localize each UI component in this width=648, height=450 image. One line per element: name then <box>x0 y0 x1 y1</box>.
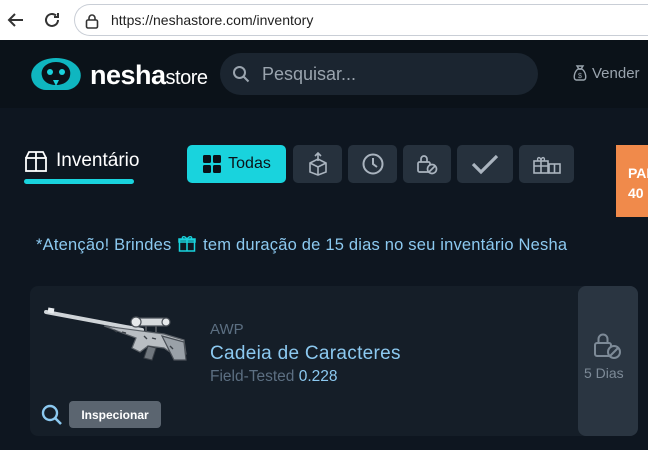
promo-line1: PAR <box>628 165 648 181</box>
filter-upload[interactable] <box>293 145 342 183</box>
lock-icon <box>85 14 99 29</box>
logo-main: nesha <box>90 60 166 90</box>
gift-notice: *Atenção! Brindes tem duração de 15 dias… <box>36 234 567 255</box>
search-icon <box>233 66 250 83</box>
gift-box-icon <box>25 151 47 172</box>
trade-lock-panel <box>578 286 638 436</box>
sell-label: Vender <box>592 64 640 82</box>
logo-sub: store <box>165 67 208 89</box>
item-type: AWP <box>210 321 244 338</box>
inspect-button[interactable]: Inspecionar <box>69 401 161 428</box>
filter-clock[interactable] <box>348 145 397 183</box>
filter-locked[interactable] <box>403 145 451 183</box>
back-button[interactable] <box>4 8 28 32</box>
grid-icon <box>203 155 222 173</box>
svg-text:$: $ <box>578 73 582 80</box>
item-name[interactable]: Cadeia de Caracteres <box>210 343 401 365</box>
search-placeholder: Pesquisar... <box>262 64 357 84</box>
search-bar[interactable]: Pesquisar... <box>220 53 538 95</box>
back-arrow-icon <box>7 13 23 27</box>
money-bag-icon: $ <box>573 65 587 81</box>
inventory-tab-underline <box>24 179 134 184</box>
url-text: https://neshastore.com/inventory <box>111 12 314 28</box>
filter-todas-label: Todas <box>228 155 271 172</box>
logo-text[interactable]: neshastore <box>90 60 208 91</box>
item-wear-line: Field-Tested 0.228 <box>210 368 338 386</box>
check-icon <box>471 154 499 175</box>
promo-line2: 40 <box>628 185 644 201</box>
filter-gifts[interactable] <box>519 145 574 183</box>
gift-stack-icon <box>532 156 561 174</box>
sell-button[interactable]: $ Vender <box>572 64 640 82</box>
item-wear: Field-Tested <box>210 368 295 385</box>
notice-prefix: *Atenção! Brindes <box>36 236 172 254</box>
logo[interactable] <box>26 56 86 92</box>
box-upload-icon <box>308 152 327 176</box>
trade-lock-icon <box>594 333 621 359</box>
item-float: 0.228 <box>298 368 338 385</box>
lock-days: 5 Dias <box>584 365 624 381</box>
browser-toolbar: https://neshastore.com/inventory <box>0 0 648 40</box>
lock-blocked-icon <box>417 155 438 175</box>
reload-button[interactable] <box>40 8 64 32</box>
inventory-title: Inventário <box>56 150 140 171</box>
gift-icon <box>178 236 197 252</box>
promo-banner[interactable]: PAR 40 <box>616 145 648 217</box>
awp-rifle-image <box>44 307 187 361</box>
clock-icon <box>362 153 383 175</box>
cobra-logo-icon <box>31 58 81 90</box>
inspect-search-icon[interactable] <box>40 403 64 427</box>
reload-icon <box>45 12 59 27</box>
inventory-tab[interactable]: Inventário <box>24 150 139 172</box>
filter-check[interactable] <box>457 145 513 183</box>
notice-suffix: tem duração de 15 dias no seu inventário… <box>203 236 568 254</box>
filter-todas[interactable]: Todas <box>187 145 286 183</box>
address-bar[interactable]: https://neshastore.com/inventory <box>74 4 648 36</box>
